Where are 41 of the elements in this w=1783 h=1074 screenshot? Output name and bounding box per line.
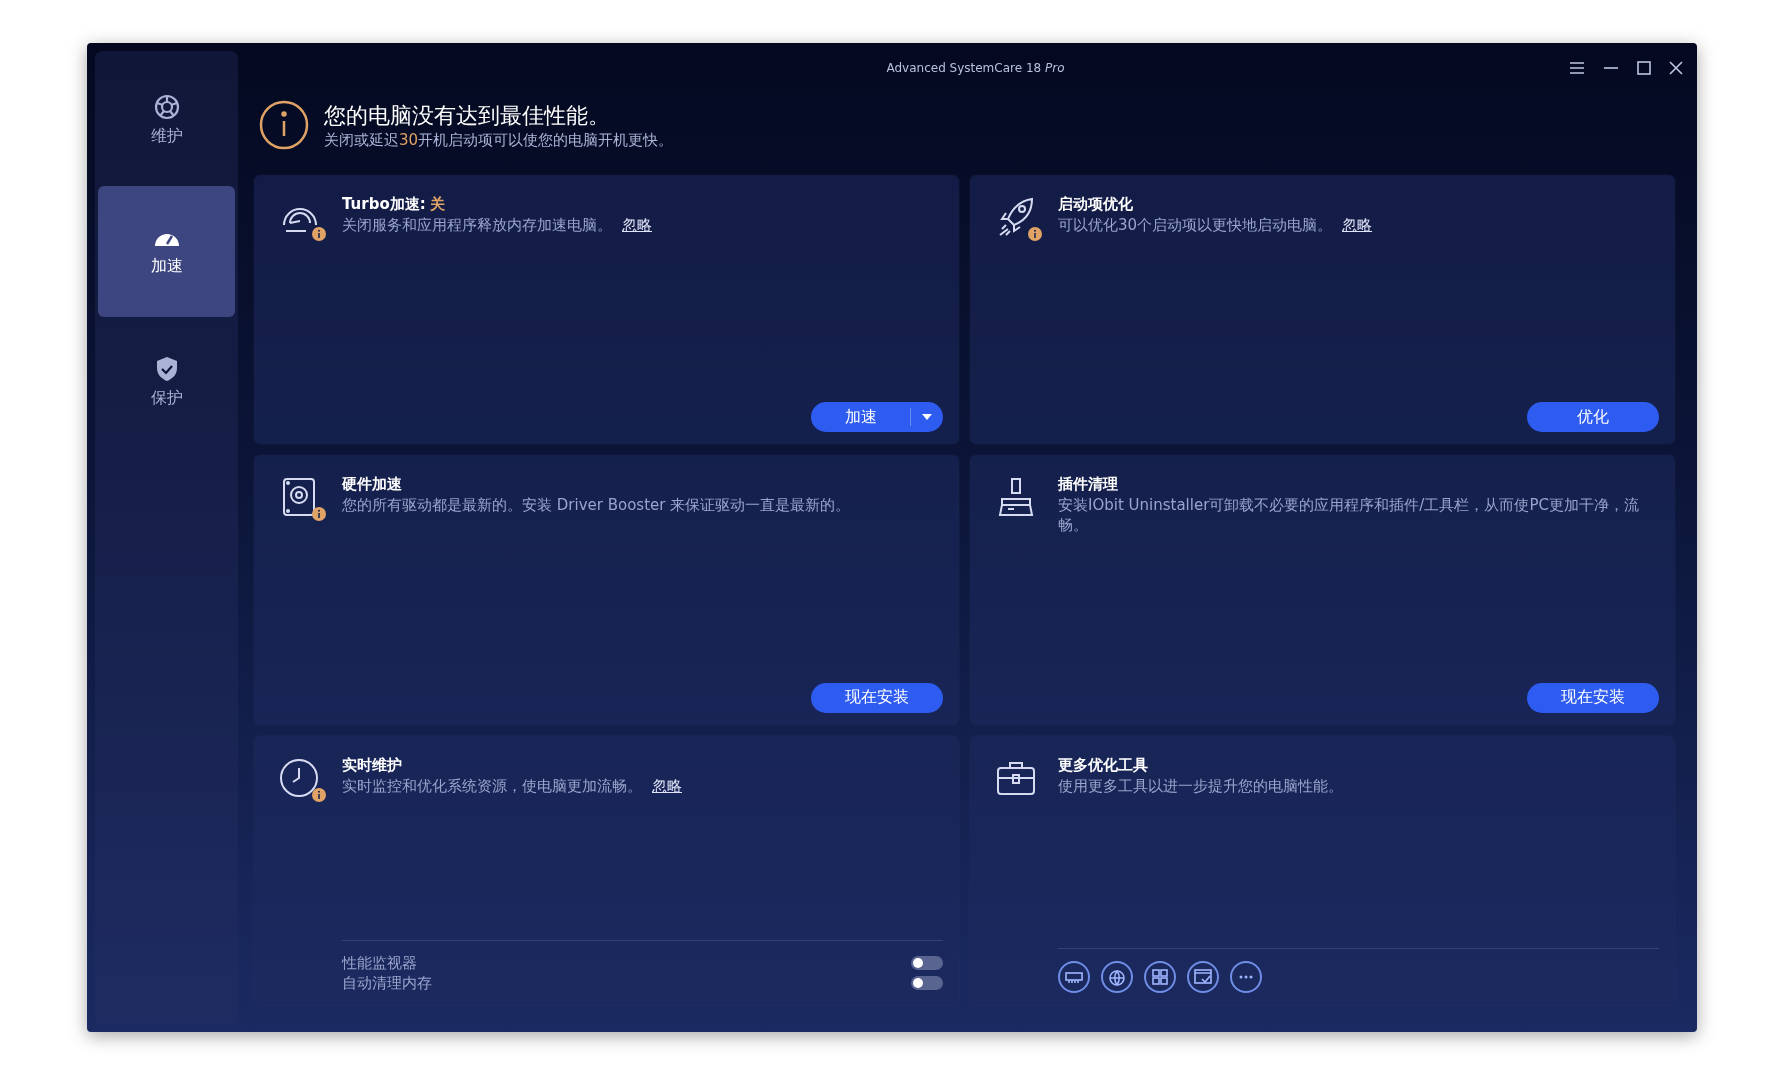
ignore-link[interactable]: 忽略 [1342, 216, 1373, 234]
sidebar-item[interactable]: 加速 [98, 186, 235, 317]
card-description: 可以优化30个启动项以更快地启动电脑。 忽略 [1058, 215, 1374, 235]
action-button[interactable]: 现在安装 [1527, 682, 1659, 713]
action-button[interactable]: 优化 [1527, 402, 1659, 433]
card-description: 实时监控和优化系统资源，使电脑更加流畅。 忽略 [342, 775, 683, 796]
memory-chip-icon[interactable] [1058, 961, 1090, 993]
card-description: 安装IObit Uninstaller可卸载不必要的应用程序和插件/工具栏，从而使PC更加干净，流畅。 [1058, 495, 1640, 536]
ignore-link[interactable]: 忽略 [622, 216, 652, 234]
card-title: Turbo加速: 关 [342, 195, 446, 214]
toggle-switch[interactable] [911, 956, 943, 970]
window-title: Advanced SystemCare 18 Pro [886, 61, 1065, 75]
card-title: 硬件加速 [342, 475, 403, 495]
status-subtitle: 关闭或延迟30开机启动项可以使您的电脑开机更快。 [324, 130, 674, 150]
caret-icon[interactable] [922, 414, 932, 421]
toggle-label: 自动清理内存 [342, 973, 432, 993]
sidebar-item[interactable]: 维护 [98, 55, 235, 186]
card-title: 更多优化工具 [1058, 755, 1149, 775]
action-button[interactable]: 现在安装 [811, 682, 943, 713]
close-icon[interactable] [1669, 61, 1683, 75]
maximize-icon[interactable] [1637, 61, 1651, 75]
globe-icon[interactable] [1101, 961, 1133, 993]
card-title: 实时维护 [342, 755, 403, 775]
menu-icon[interactable] [1569, 61, 1585, 75]
card-title: 插件清理 [1058, 475, 1119, 495]
window-check-icon[interactable] [1187, 961, 1219, 993]
shield-icon [154, 356, 179, 382]
card-description: 使用更多工具以进一步提升您的电脑性能。 [1058, 775, 1344, 796]
ignore-link[interactable]: 忽略 [652, 776, 682, 795]
more-icon[interactable] [1230, 961, 1262, 993]
grid-icon[interactable] [1144, 961, 1176, 993]
card-description: 您的所有驱动都是最新的。安装 Driver Booster 来保证驱动一直是最新的。 [342, 495, 852, 516]
info-icon [258, 99, 310, 151]
card-description: 关闭服务和应用程序释放内存加速电脑。 忽略 [342, 215, 653, 235]
aperture-icon [153, 94, 180, 120]
status-title: 您的电脑没有达到最佳性能。 [324, 101, 611, 130]
split-button[interactable]: 加速 [811, 402, 943, 433]
toggle-switch[interactable] [911, 976, 943, 990]
toggle-label: 性能监视器 [342, 953, 417, 973]
sidebar-item[interactable]: 保护 [98, 317, 235, 448]
card-title: 启动项优化 [1058, 195, 1134, 214]
